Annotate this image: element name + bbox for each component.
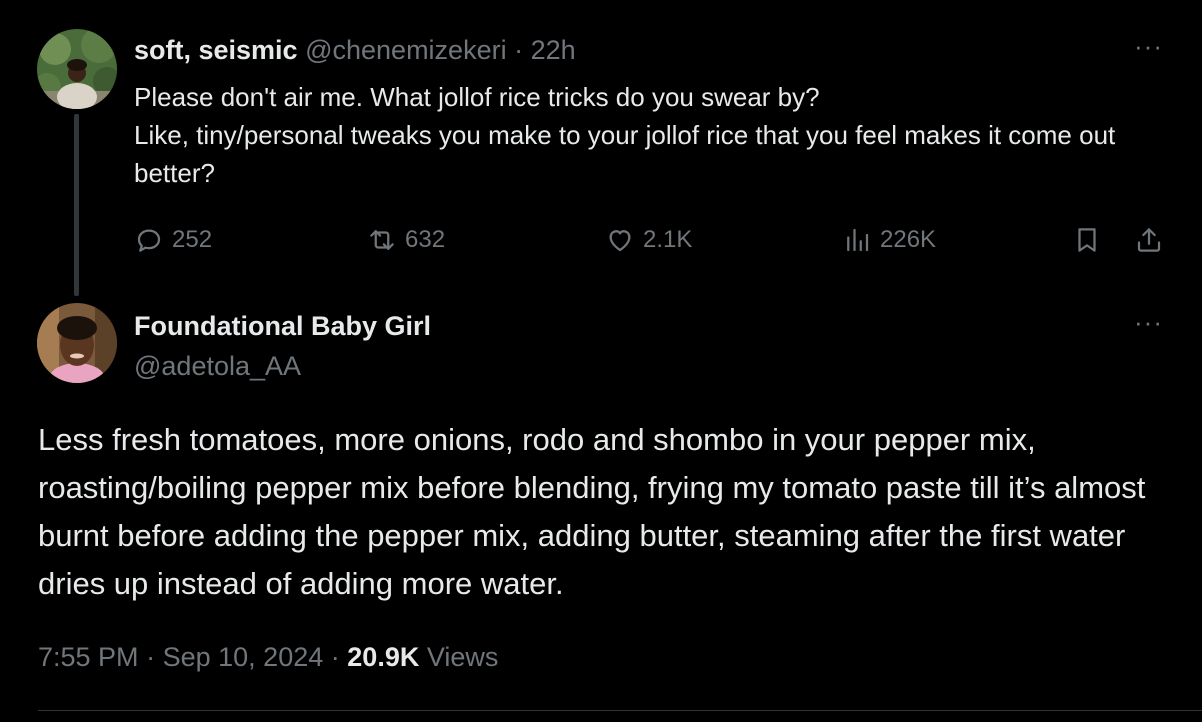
- tweet1-text-line: Like, tiny/personal tweaks you make to y…: [134, 120, 1116, 188]
- tweet2-time[interactable]: 7:55 PM: [38, 642, 139, 672]
- tweet1-time[interactable]: 22h: [531, 35, 576, 65]
- tweet1-more-button[interactable]: ···: [1134, 33, 1163, 59]
- tweet2-meta-separator: ·: [330, 642, 340, 672]
- share-button[interactable]: [1134, 220, 1164, 260]
- avatar-chenemizekeri[interactable]: [37, 29, 117, 109]
- tweet2-text: Less fresh tomatoes, more onions, rodo a…: [38, 422, 1146, 601]
- tweet1-separator: ·: [514, 35, 524, 65]
- tweet2-meta-separator: ·: [146, 642, 156, 672]
- like-button[interactable]: 2.1K: [605, 220, 692, 260]
- bookmark-icon: [1072, 225, 1102, 255]
- tweet2-display-name[interactable]: Foundational Baby Girl: [134, 309, 431, 343]
- tweet1-text: Please don't air me. What jollof rice tr…: [134, 78, 1184, 192]
- share-icon: [1134, 225, 1164, 255]
- tweet2-more-button[interactable]: ···: [1134, 309, 1163, 335]
- views-button[interactable]: 226K: [842, 220, 936, 260]
- tweet1-handle[interactable]: @chenemizekeri: [305, 35, 507, 65]
- reply-count: 252: [172, 226, 213, 253]
- like-count: 2.1K: [643, 226, 693, 253]
- repost-icon: [367, 225, 397, 255]
- repost-count: 632: [405, 226, 446, 253]
- tweet2-handle[interactable]: @adetola_AA: [134, 349, 301, 383]
- thread-connector-line: [74, 114, 79, 296]
- tweet2-date[interactable]: Sep 10, 2024: [163, 642, 324, 672]
- tweet1-text-line: Please don't air me. What jollof rice tr…: [134, 82, 820, 112]
- tweet2-meta: 7:55 PM · Sep 10, 2024 · 20.9K Views: [38, 639, 498, 675]
- reply-button[interactable]: 252: [134, 220, 212, 260]
- repost-button[interactable]: 632: [367, 220, 445, 260]
- tweet2-views-label: Views: [426, 642, 499, 672]
- views-icon: [842, 225, 872, 255]
- reply-icon: [134, 225, 164, 255]
- like-icon: [605, 225, 635, 255]
- tweet2-views-count[interactable]: 20.9K: [347, 642, 419, 672]
- avatar-adetola-aa[interactable]: [37, 303, 117, 383]
- bookmark-button[interactable]: [1072, 220, 1102, 260]
- views-count: 226K: [880, 226, 937, 253]
- tweet1-display-name[interactable]: soft, seismic: [134, 35, 298, 65]
- tweet1-header: soft, seismic @chenemizekeri · 22h: [134, 33, 576, 67]
- divider: [38, 710, 1202, 711]
- tweet1-action-bar: 252 632 2.1K 226K: [134, 220, 1174, 260]
